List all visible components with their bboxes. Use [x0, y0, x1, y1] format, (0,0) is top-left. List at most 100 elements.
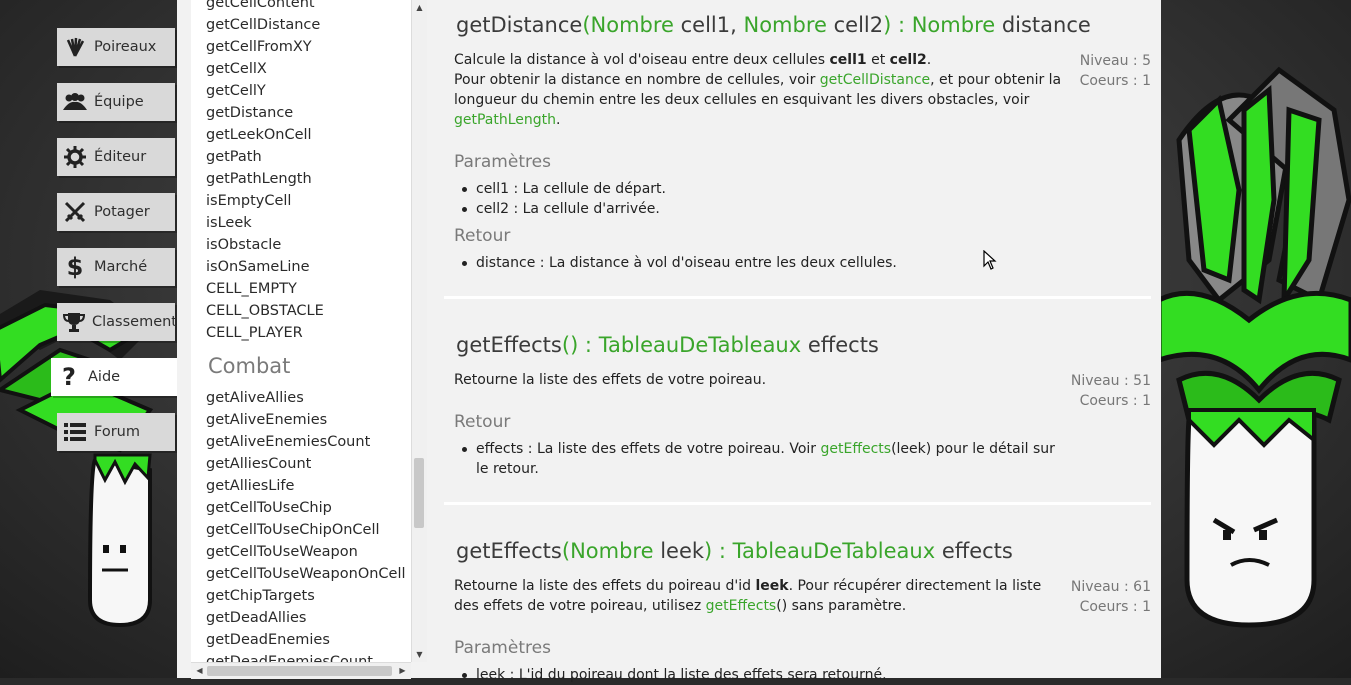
divider	[444, 502, 1151, 505]
team-icon	[63, 90, 87, 114]
doc-link[interactable]: getEffects	[820, 441, 891, 457]
function-signature: getEffects() : TableauDeTableaux effects	[456, 333, 879, 357]
nav-item-classement[interactable]: Classement	[57, 303, 177, 341]
scroll-right-arrow-icon[interactable]: ▶	[396, 664, 409, 677]
function-link[interactable]: getAliveEnemies	[206, 412, 327, 428]
nav-item-marche[interactable]: $ Marché	[57, 248, 175, 286]
function-link[interactable]: getPathLength	[206, 171, 312, 187]
nav-item-editeur[interactable]: Éditeur	[57, 138, 175, 176]
list-icon	[63, 420, 87, 444]
param-item: cell2 : La cellule d'arrivée.	[462, 199, 1056, 219]
scroll-down-arrow-icon[interactable]: ▼	[413, 648, 426, 661]
function-link[interactable]: getCellToUseChipOnCell	[206, 522, 380, 538]
scroll-thumb[interactable]	[414, 458, 424, 528]
trophy-icon	[63, 310, 85, 334]
function-link[interactable]: isEmptyCell	[206, 193, 291, 209]
function-link[interactable]: getDeadEnemiesCount	[206, 654, 373, 662]
doc-link[interactable]: getEffects	[706, 598, 777, 614]
function-list[interactable]: getCellContent getCellDistance getCellFr…	[191, 0, 411, 662]
nav-label: Marché	[94, 259, 148, 275]
section-title-return: Retour	[454, 412, 511, 432]
nav-item-forum[interactable]: Forum	[57, 413, 175, 451]
return-name: distance	[995, 13, 1091, 37]
function-link[interactable]: getCellToUseChip	[206, 500, 332, 516]
function-link[interactable]: getCellContent	[206, 0, 315, 11]
return-item: distance : La distance à vol d'oiseau en…	[462, 253, 1056, 273]
function-meta: Niveau : 61 Coeurs : 1	[1011, 577, 1151, 617]
function-name: getEffects	[456, 333, 562, 357]
return-item: effects : La liste des effets de votre p…	[462, 439, 1056, 479]
leek-icon	[63, 35, 87, 59]
nav-item-equipe[interactable]: Équipe	[57, 83, 175, 121]
function-link[interactable]: isOnSameLine	[206, 259, 310, 275]
scroll-up-arrow-icon[interactable]: ▲	[413, 1, 426, 14]
function-link[interactable]: getPath	[206, 149, 262, 165]
mouse-cursor-icon	[983, 249, 997, 274]
category-title-combat: Combat	[208, 354, 291, 378]
description-text: Pour obtenir la distance en nombre de ce…	[454, 72, 820, 88]
scroll-left-arrow-icon[interactable]: ◀	[193, 664, 206, 677]
description-text: Calcule la distance à vol d'oiseau entre…	[454, 52, 830, 68]
return-name: effects	[801, 333, 879, 357]
doc-link[interactable]: getPathLength	[454, 112, 556, 128]
leek-mascot-right	[1159, 0, 1351, 678]
help-icon: ?	[62, 363, 76, 391]
nav-label: Éditeur	[94, 149, 147, 165]
nav-label: Équipe	[94, 94, 144, 110]
function-signature: getEffects(Nombre leek) : TableauDeTable…	[456, 539, 1013, 563]
return-text: effects : La liste des effets de votre p…	[476, 441, 821, 457]
nav-label: Classement	[92, 314, 177, 330]
function-link[interactable]: getCellX	[206, 61, 267, 77]
function-description: Retourne la liste des effets de votre po…	[454, 372, 767, 388]
function-meta: Niveau : 5 Coeurs : 1	[1011, 51, 1151, 91]
function-link[interactable]: getDeadEnemies	[206, 632, 330, 648]
function-link[interactable]: getAliveEnemiesCount	[206, 434, 370, 450]
function-link[interactable]: getChipTargets	[206, 588, 315, 604]
function-link[interactable]: getCellToUseWeaponOnCell	[206, 566, 406, 582]
level-label: Niveau : 5	[1079, 53, 1151, 69]
scroll-thumb[interactable]	[207, 666, 392, 676]
function-link[interactable]: getAlliesLife	[206, 478, 294, 494]
doc-link[interactable]: getCellDistance	[820, 72, 930, 88]
description-text: Retourne la liste des effets du poireau …	[454, 578, 756, 594]
param-item: leek : L'id du poireau dont la liste des…	[462, 665, 1056, 685]
function-link[interactable]: isLeek	[206, 215, 252, 231]
param-type: Nombre	[570, 539, 654, 563]
function-link[interactable]: getCellToUseWeapon	[206, 544, 358, 560]
function-link[interactable]: isObstacle	[206, 237, 281, 253]
description-text: et	[866, 52, 890, 68]
nav-item-aide[interactable]: ? Aide	[51, 358, 177, 396]
function-link[interactable]: getLeekOnCell	[206, 127, 312, 143]
param-type: Nombre	[743, 13, 827, 37]
function-link[interactable]: getAliveAllies	[206, 390, 304, 406]
cores-label: Coeurs : 1	[1079, 73, 1151, 89]
function-link[interactable]: getCellY	[206, 83, 266, 99]
function-link[interactable]: getDeadAllies	[206, 610, 306, 626]
constant-link[interactable]: CELL_OBSTACLE	[206, 303, 324, 319]
function-link[interactable]: getDistance	[206, 105, 293, 121]
swords-icon	[63, 200, 87, 224]
description-bold: leek	[755, 578, 789, 594]
constant-link[interactable]: CELL_EMPTY	[206, 281, 297, 297]
gear-icon	[63, 145, 87, 169]
function-name: getEffects	[456, 539, 562, 563]
description-bold: cell2	[889, 52, 927, 68]
nav-item-potager[interactable]: Potager	[57, 193, 175, 231]
nav-label: Forum	[94, 424, 140, 440]
function-link[interactable]: getCellDistance	[206, 17, 320, 33]
signature-part: (	[582, 13, 591, 37]
signature-part: ) :	[883, 13, 912, 37]
level-label: Niveau : 51	[1070, 373, 1151, 389]
nav-item-poireaux[interactable]: Poireaux	[57, 28, 175, 66]
list-vertical-scrollbar[interactable]: ▲ ▼	[411, 0, 427, 662]
cores-label: Coeurs : 1	[1079, 599, 1151, 615]
function-link[interactable]: getCellFromXY	[206, 39, 312, 55]
function-description: Calcule la distance à vol d'oiseau entre…	[454, 52, 1062, 128]
constant-link[interactable]: CELL_PLAYER	[206, 325, 303, 341]
param-item: cell1 : La cellule de départ.	[462, 179, 1056, 199]
function-signature: getDistance(Nombre cell1, Nombre cell2) …	[456, 13, 1091, 37]
function-link[interactable]: getAlliesCount	[206, 456, 311, 472]
description-bold: cell1	[829, 52, 867, 68]
signature-part: ) :	[704, 539, 733, 563]
list-horizontal-scrollbar[interactable]: ◀ ▶	[191, 662, 411, 679]
